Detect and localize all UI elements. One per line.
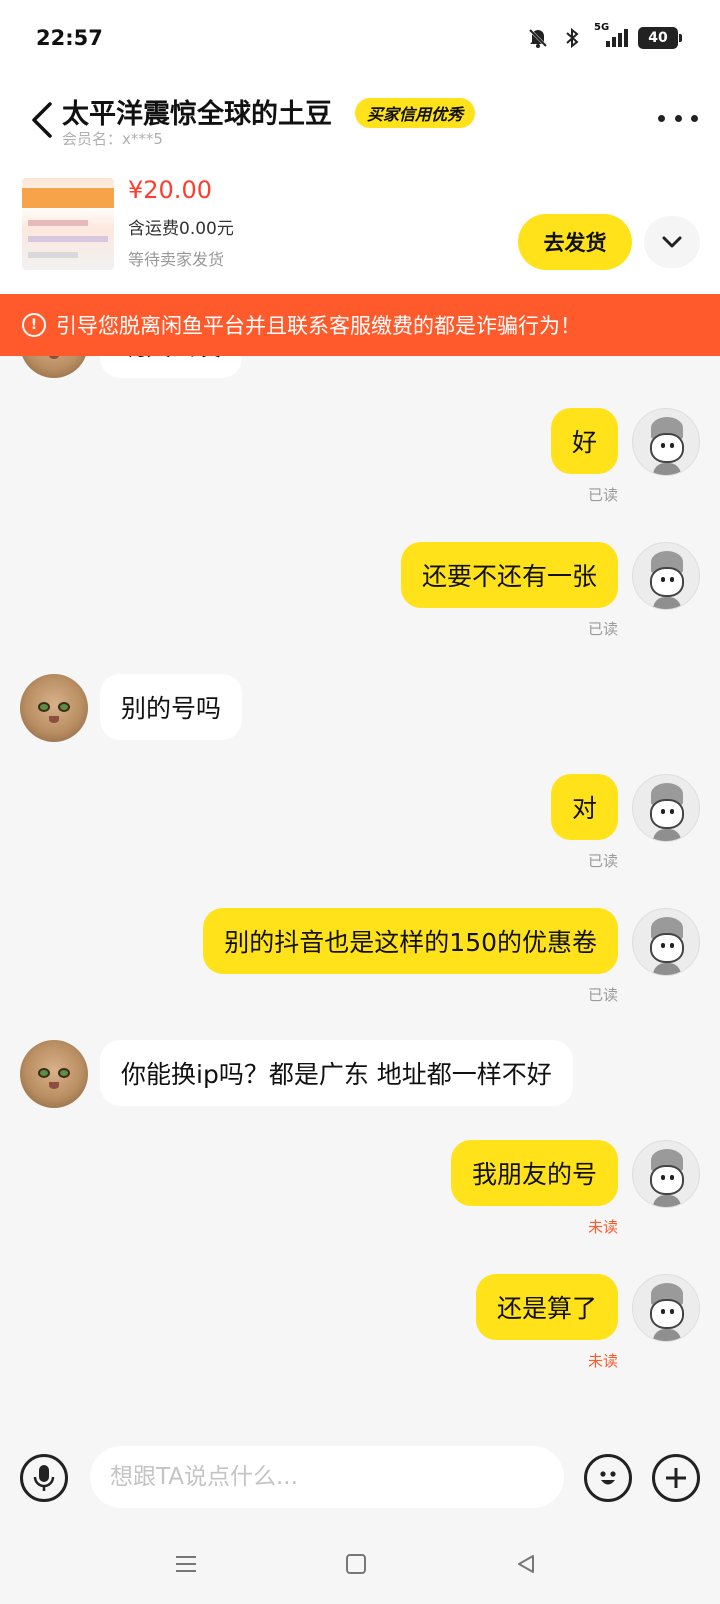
- microphone-icon: [33, 1465, 55, 1491]
- chat-header: 太平洋震惊全球的土豆 买家信用优秀 会员名：x***5: [0, 80, 720, 168]
- input-bar: [0, 1436, 720, 1526]
- mute-bell-icon: [526, 26, 550, 50]
- product-thumbnail[interactable]: [22, 178, 114, 270]
- message-bubble[interactable]: 对: [550, 774, 618, 840]
- warning-text: 引导您脱离闲鱼平台并且联系客服缴费的都是诈骗行为！: [56, 314, 581, 338]
- chevron-down-icon: [662, 236, 682, 248]
- message-bubble[interactable]: 别的号吗: [100, 674, 243, 740]
- product-card[interactable]: ¥20.00 含运费0.00元 等待卖家发货 去发货: [0, 168, 720, 294]
- member-name: 会员名：x***5: [62, 130, 163, 148]
- message-bubble[interactable]: 还是算了: [475, 1274, 618, 1340]
- contact-name: 太平洋震惊全球的土豆: [62, 99, 332, 130]
- menu-nav-button[interactable]: [168, 1546, 204, 1582]
- product-price: ¥20.00: [128, 176, 212, 204]
- message-bubble[interactable]: 我朋友的号: [450, 1140, 618, 1206]
- battery-icon: 40: [638, 27, 682, 49]
- more-dots-icon: [658, 114, 665, 122]
- unread-receipt: 未读: [587, 1352, 618, 1370]
- emoji-icon: [600, 1471, 616, 1485]
- my-avatar[interactable]: [632, 408, 700, 476]
- plus-icon: [666, 1468, 686, 1488]
- network-type: 5G: [594, 22, 610, 33]
- message-bubble[interactable]: 别的抖音也是这样的150的优惠卷: [203, 908, 618, 974]
- my-avatar[interactable]: [632, 1274, 700, 1342]
- message-bubble[interactable]: 好: [550, 408, 618, 474]
- back-nav-button[interactable]: [508, 1546, 544, 1582]
- system-nav-bar: [0, 1526, 720, 1604]
- home-nav-button[interactable]: [338, 1546, 374, 1582]
- my-avatar[interactable]: [632, 908, 700, 976]
- message-bubble[interactable]: 你能换ip吗？都是广东 地址都一样不好: [100, 1040, 573, 1106]
- contact-avatar[interactable]: [20, 1040, 88, 1108]
- signal-icon: 5G: [594, 22, 628, 50]
- status-icons: 5G 40: [526, 22, 682, 50]
- message-input[interactable]: [90, 1446, 564, 1508]
- message-bubble[interactable]: 明天去发: [100, 356, 243, 378]
- back-triangle-icon: [518, 1555, 534, 1573]
- back-button[interactable]: [26, 98, 62, 142]
- home-square-icon: [346, 1554, 366, 1574]
- add-button[interactable]: [652, 1454, 700, 1502]
- unread-receipt: 未读: [587, 1218, 618, 1236]
- status-time: 22:57: [36, 26, 103, 50]
- emoji-button[interactable]: [584, 1454, 632, 1502]
- status-bar: 22:57 5G 40: [0, 0, 720, 80]
- credit-badge[interactable]: 买家信用优秀: [355, 98, 476, 128]
- expand-button[interactable]: [644, 216, 700, 268]
- chevron-left-icon: [32, 102, 52, 138]
- contact-avatar[interactable]: [20, 356, 88, 378]
- message-list[interactable]: 明天去发 好 已读 还要不还有一张 已读 别的号吗 对 已读 别的抖音也是这样的…: [0, 356, 720, 1436]
- my-avatar[interactable]: [632, 542, 700, 610]
- read-receipt: 已读: [587, 486, 618, 504]
- read-receipt: 已读: [587, 986, 618, 1004]
- read-receipt: 已读: [587, 620, 618, 638]
- order-status: 等待卖家发货: [128, 250, 225, 269]
- contact-avatar[interactable]: [20, 674, 88, 742]
- voice-button[interactable]: [20, 1454, 68, 1502]
- menu-icon: [176, 1556, 196, 1572]
- my-avatar[interactable]: [632, 774, 700, 842]
- bluetooth-icon: [560, 26, 584, 50]
- alert-circle-icon: !: [22, 313, 46, 337]
- message-bubble[interactable]: 还要不还有一张: [400, 542, 618, 608]
- fraud-warning-banner: ! 引导您脱离闲鱼平台并且联系客服缴费的都是诈骗行为！: [0, 294, 720, 356]
- more-button[interactable]: [658, 106, 698, 130]
- shipping-info: 含运费0.00元: [128, 219, 234, 239]
- read-receipt: 已读: [587, 852, 618, 870]
- my-avatar[interactable]: [632, 1140, 700, 1208]
- ship-button[interactable]: 去发货: [518, 214, 632, 270]
